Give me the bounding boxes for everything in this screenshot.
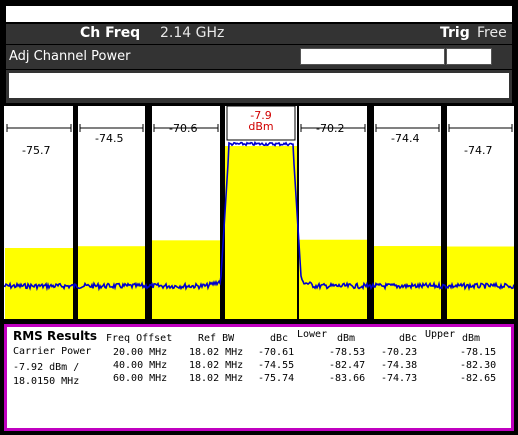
carrier-power-value: -7.92 dBm / (13, 362, 80, 373)
col-lower-dbm: dBm (337, 333, 356, 344)
info-box-2 (446, 48, 492, 65)
results-title: RMS Results (13, 329, 98, 343)
row3-lower-dbm: -83.66 (329, 373, 366, 384)
results-panel: RMS Results Carrier Power -7.92 dBm / 18… (7, 327, 511, 428)
bar-u2 (374, 246, 441, 319)
col-lower-dbc: dBc (270, 333, 289, 344)
row2-ref-bw: 18.02 MHz (189, 360, 244, 371)
mode-bar: Adj Channel Power (6, 45, 512, 69)
band-value-label: -74.4 (391, 132, 420, 145)
band-value-label: -70.2 (316, 122, 345, 135)
row3-upper-dbm: -82.65 (460, 373, 497, 384)
results-frame: RMS Results Carrier Power -7.92 dBm / 18… (4, 324, 514, 431)
carrier-bandwidth: 18.0150 MHz (13, 376, 80, 387)
bar-l3 (5, 248, 73, 319)
band-value-label: -74.5 (95, 132, 124, 145)
header-bar: Ch Freq 2.14 GHz Trig Free (6, 24, 512, 44)
carrier-power-label: Carrier Power (13, 346, 92, 357)
row1-upper-dbc: -70.23 (381, 347, 418, 358)
bar-carrier (225, 146, 297, 319)
mode-title: Adj Channel Power (9, 49, 131, 64)
message-area (9, 73, 509, 98)
carrier-unit: dBm (248, 120, 274, 133)
row2-upper-dbc: -74.38 (381, 360, 418, 371)
row1-lower-dbm: -78.53 (329, 347, 366, 358)
row2-lower-dbm: -82.47 (329, 360, 366, 371)
message-bar (6, 70, 512, 103)
row3-upper-dbc: -74.73 (381, 373, 418, 384)
band-value-label: -74.7 (464, 144, 493, 157)
top-status-bar (6, 6, 512, 22)
carrier-value-label: -7.9 dBm (225, 110, 297, 132)
row1-upper-dbm: -78.15 (460, 347, 497, 358)
col-freq-offset: Freq Offset (106, 333, 173, 344)
measure-label: Ch Freq (80, 25, 141, 41)
analyzer-screen: Ch Freq 2.14 GHz Trig Free Adj Channel P… (0, 0, 518, 435)
band-value-label: -70.6 (169, 122, 198, 135)
col-upper-dbm: dBm (462, 333, 481, 344)
row2-upper-dbm: -82.30 (460, 360, 497, 371)
acp-chart-svg (4, 106, 514, 319)
col-ref-bw: Ref BW (198, 333, 235, 344)
acp-chart: -75.7 -74.5 -70.6 -7.9 dBm -70.2 -74.4 -74.7 (4, 106, 514, 319)
band-value-label: -75.7 (22, 144, 51, 157)
row2-offset: 40.00 MHz (113, 360, 168, 371)
upper-label: Upper (425, 329, 456, 340)
row3-ref-bw: 18.02 MHz (189, 373, 244, 384)
lower-label: Lower (297, 329, 328, 340)
row3-offset: 60.00 MHz (113, 373, 168, 384)
bar-l1 (152, 240, 220, 319)
info-box-1 (300, 48, 445, 65)
row1-ref-bw: 18.02 MHz (189, 347, 244, 358)
row1-lower-dbc: -70.61 (258, 347, 295, 358)
row3-lower-dbc: -75.74 (258, 373, 295, 384)
trig-label: Trig (440, 25, 470, 41)
trig-value: Free (477, 25, 507, 41)
col-upper-dbc: dBc (399, 333, 418, 344)
measure-value: 2.14 GHz (160, 25, 225, 41)
bar-u1 (299, 239, 367, 319)
row2-lower-dbc: -74.55 (258, 360, 295, 371)
row1-offset: 20.00 MHz (113, 347, 168, 358)
